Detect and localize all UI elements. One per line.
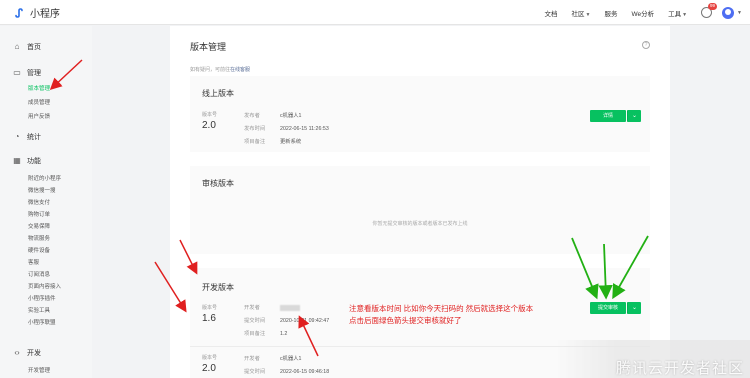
sidebar-item-dev-manage[interactable]: 开发管理 (28, 366, 50, 374)
publisher-row: 发布者 c机器人1 (244, 113, 302, 119)
submit-time-row: 提交时间 2022-06-15 09:46:18 (244, 369, 330, 375)
redacted-developer (280, 304, 300, 311)
grid-icon: ▦ (13, 156, 21, 165)
top-bar: 小程序 文档 社区▼ 服务 We分析 工具▼ 99 ▼ (0, 0, 750, 25)
publish-time-row: 发布时间 2022-06-15 11:26:53 (244, 126, 329, 132)
sidebar-item-version-manage[interactable]: 版本管理 (28, 84, 50, 92)
sidebar-item-member-manage[interactable]: 成员管理 (28, 98, 50, 106)
sidebar-item-union[interactable]: 小程序联盟 (28, 318, 56, 326)
nav-tools[interactable]: 工具▼ (668, 8, 687, 18)
empty-message: 你暂无提交审核的版本或者版本已发布上线 (372, 221, 468, 227)
developer-row: 开发者 c机器人1 (244, 356, 302, 362)
pie-chart-icon: ◔ (14, 132, 20, 141)
details-button[interactable]: 详情 (590, 110, 626, 122)
sidebar-item-service[interactable]: 客服 (28, 258, 39, 266)
chevron-down-icon: ▼ (585, 11, 591, 18)
sidebar-item-logistics[interactable]: 物流服务 (28, 234, 50, 242)
home-icon: ⌂ (14, 42, 20, 51)
card-title: 线上版本 (202, 89, 234, 98)
sidebar-item-pay[interactable]: 微信支付 (28, 198, 50, 206)
sidebar-item-hardware[interactable]: 硬件设备 (28, 246, 50, 254)
sidebar-item-trade[interactable]: 交易保障 (28, 222, 50, 230)
online-version-card: 线上版本 版本号 2.0 发布者 c机器人1 发布时间 2022-06-15 11:… (190, 76, 650, 152)
sidebar-item-lab[interactable]: 实验工具 (28, 306, 50, 314)
sidebar-section-dev[interactable]: ‹› 开发 (13, 348, 41, 358)
app-name: 小程序 (30, 9, 60, 20)
avatar[interactable] (722, 6, 735, 19)
version-number: 1.6 (202, 313, 216, 324)
sidebar-item-page-content[interactable]: 页面内容接入 (28, 282, 61, 290)
watermark: 腾讯云开发者社区 (615, 360, 744, 377)
annotation-text: 注意看版本时间 比如你今天扫码的 然后就选择这个版本 点击后面绿色箭头提交审核就… (349, 304, 534, 325)
review-version-card: 审核版本 你暂无提交审核的版本或者版本已发布上线 (190, 166, 650, 254)
sidebar: ⌂ 首页 ▭ 管理 版本管理 成员管理 用户反馈 ◔ 统计 ▦ 功能 附近的小程序 微信… (0, 26, 92, 378)
nav-community[interactable]: 社区▼ (572, 8, 591, 18)
nav-we-analysis[interactable]: We分析 (631, 8, 654, 18)
dropdown-arrow-button[interactable]: ⌄ (627, 110, 641, 122)
version-number: 2.0 (202, 363, 216, 374)
online-service-link[interactable]: 在线客服 (230, 67, 250, 73)
dropdown-arrow-button[interactable]: ⌄ (627, 302, 641, 314)
sidebar-section-manage[interactable]: ▭ 管理 (13, 68, 41, 78)
sidebar-item-subscribe[interactable]: 订阅消息 (28, 270, 50, 278)
sidebar-item-plugin[interactable]: 小程序插件 (28, 294, 56, 302)
chevron-down-icon[interactable]: ▼ (737, 10, 742, 16)
version-label: 版本号 (202, 112, 218, 118)
sidebar-item-search[interactable]: 微信搜一搜 (28, 186, 56, 194)
chevron-down-icon: ⌄ (631, 305, 638, 311)
notification-badge: 99 (708, 3, 718, 10)
notification-bell-icon[interactable]: 99 (701, 3, 718, 18)
version-label: 版本号 (202, 355, 218, 361)
nav-docs[interactable]: 文档 (545, 8, 558, 18)
page-title: 版本管理 (190, 42, 227, 52)
sidebar-section-features[interactable]: ▦ 功能 (13, 156, 41, 166)
note-row: 项目备注 更新系统 (244, 139, 302, 145)
help-icon[interactable]: ? (642, 41, 650, 49)
sidebar-item-home[interactable]: ⌂ 首页 (13, 42, 41, 52)
sidebar-item-user-feedback[interactable]: 用户反馈 (28, 112, 50, 120)
top-nav: 文档 社区▼ 服务 We分析 工具▼ 99 ▼ (531, 0, 742, 25)
nav-service[interactable]: 服务 (604, 8, 617, 18)
miniprogram-logo-icon (12, 6, 26, 19)
note-row: 项目备注 1.2 (244, 331, 288, 337)
sidebar-item-orders[interactable]: 购物订单 (28, 210, 50, 218)
sidebar-section-stats[interactable]: ◔ 统计 (13, 132, 41, 142)
chevron-down-icon: ⌄ (631, 113, 638, 119)
submit-time-row: 提交时间 2020-10-31 09:42:47 (244, 318, 330, 324)
app-logo[interactable]: 小程序 (12, 5, 60, 20)
version-label: 版本号 (202, 305, 218, 311)
code-icon: ‹› (14, 348, 20, 357)
developer-row: 开发者 (244, 303, 300, 311)
sidebar-item-nearby[interactable]: 附近的小程序 (28, 174, 61, 182)
card-title: 开发版本 (202, 283, 234, 292)
card-title: 审核版本 (202, 179, 234, 188)
monitor-icon: ▭ (13, 68, 21, 77)
submit-review-button[interactable]: 提交审核 (590, 302, 626, 314)
version-number: 2.0 (202, 120, 216, 131)
hint-text: 如有疑问，可前往在线客服 (190, 67, 251, 73)
chevron-down-icon: ▼ (682, 11, 688, 18)
